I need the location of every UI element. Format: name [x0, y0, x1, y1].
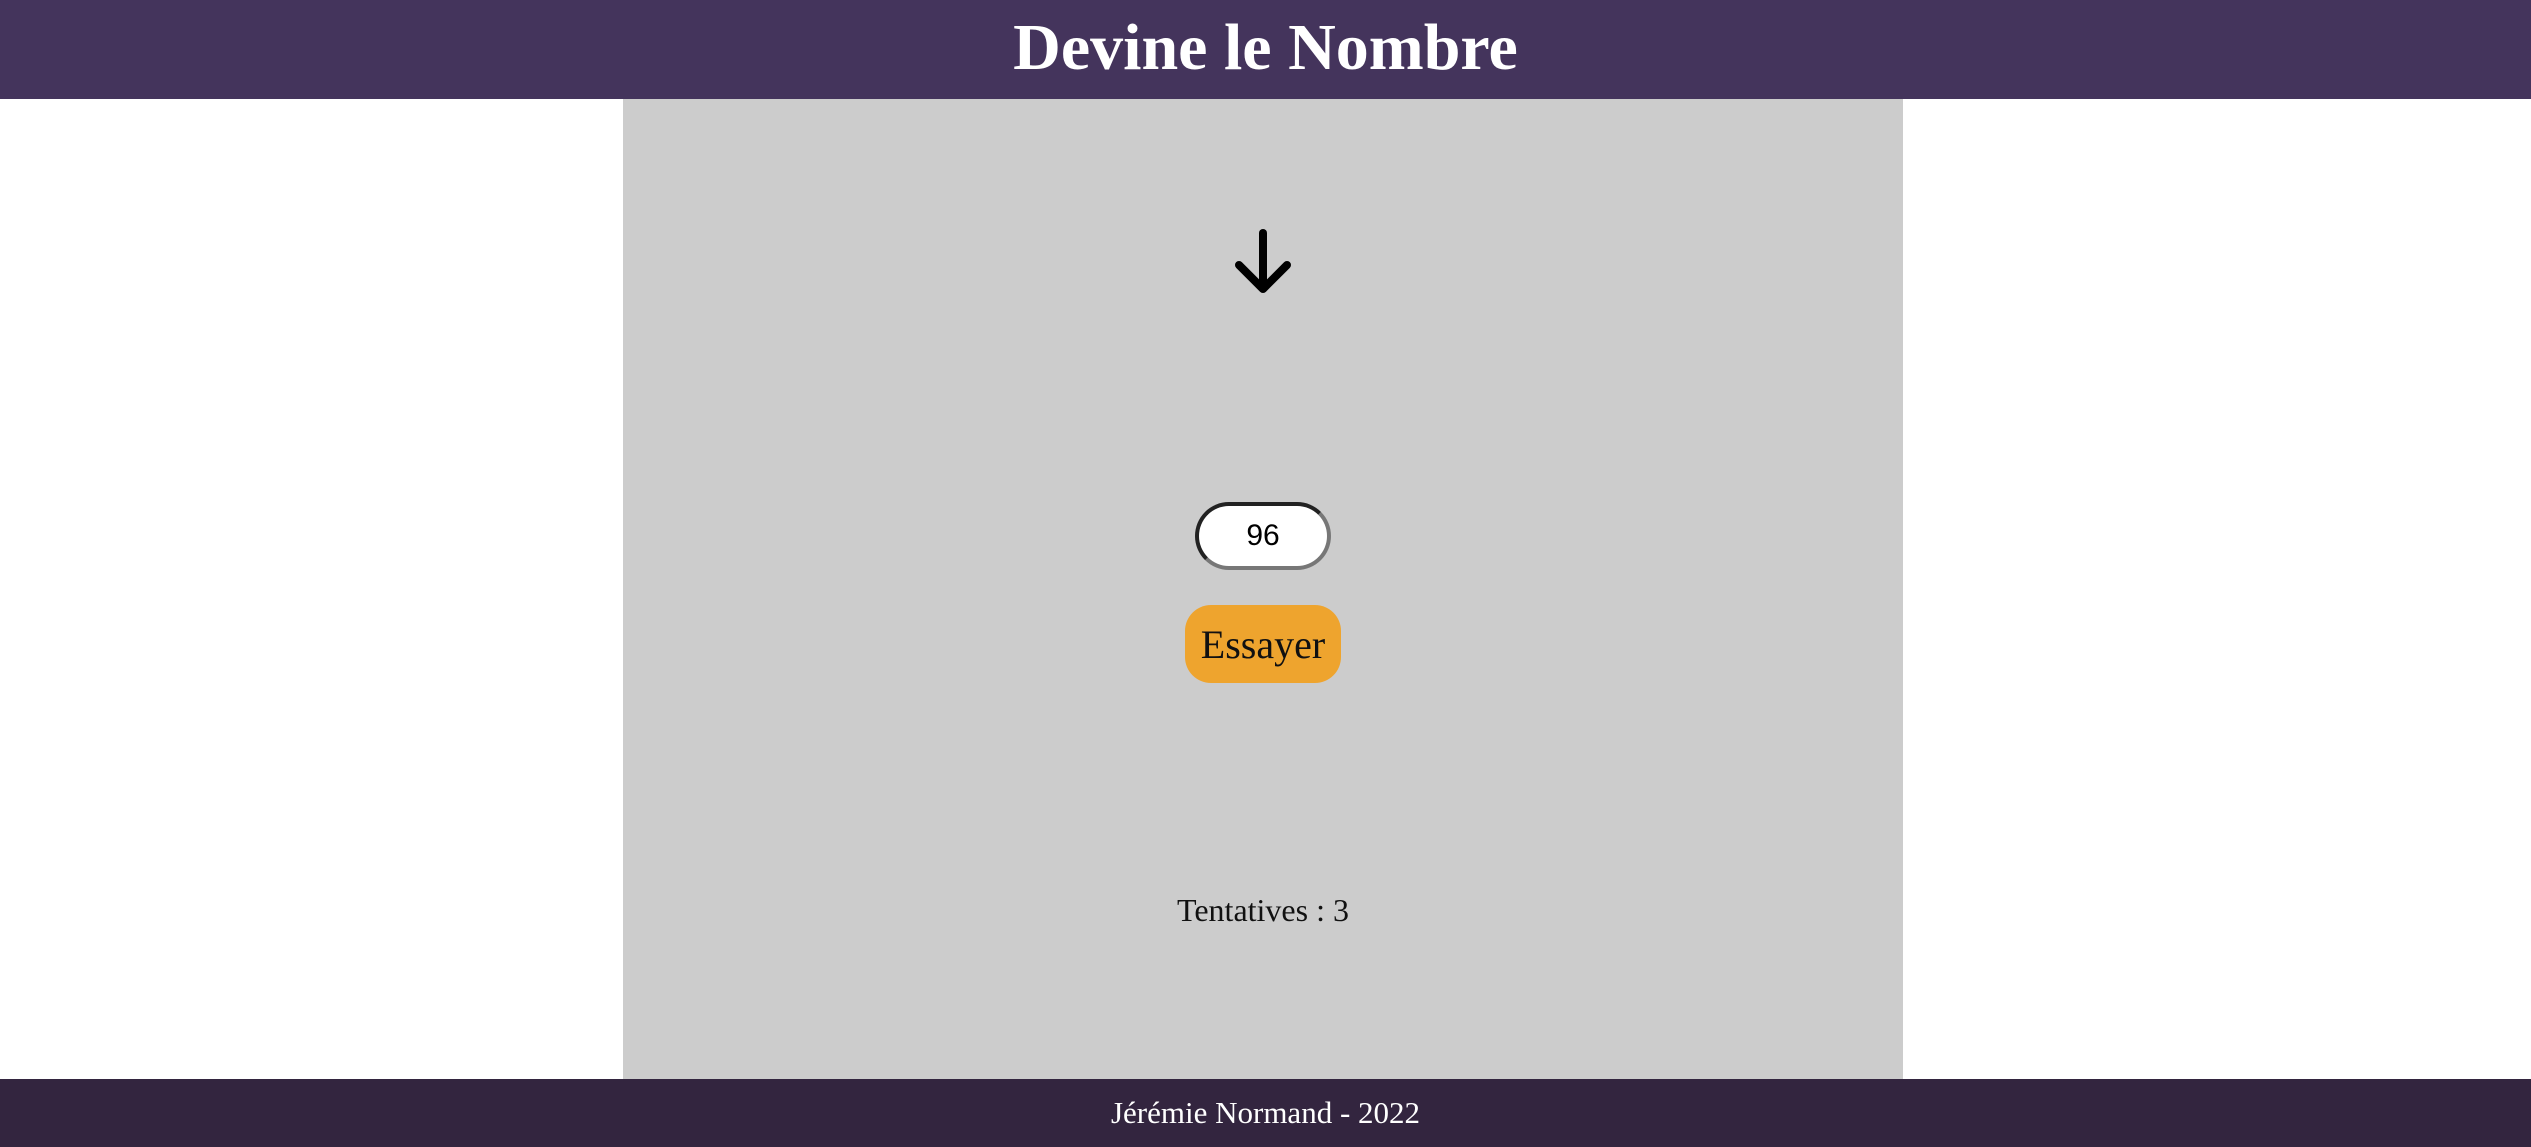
arrow-down-icon [1235, 229, 1291, 293]
footer-credit: Jérémie Normand - 2022 [1110, 1095, 1421, 1130]
page-footer: Jérémie Normand - 2022 [0, 1079, 2531, 1147]
game-panel: Essayer Tentatives : 3 [623, 99, 1903, 1079]
page-title: Devine le Nombre [1013, 10, 1518, 84]
attempts-counter: Tentatives : 3 [1177, 892, 1349, 928]
try-button[interactable]: Essayer [1185, 605, 1341, 683]
guess-input[interactable] [1195, 502, 1331, 570]
page-header: Devine le Nombre [0, 0, 2531, 99]
